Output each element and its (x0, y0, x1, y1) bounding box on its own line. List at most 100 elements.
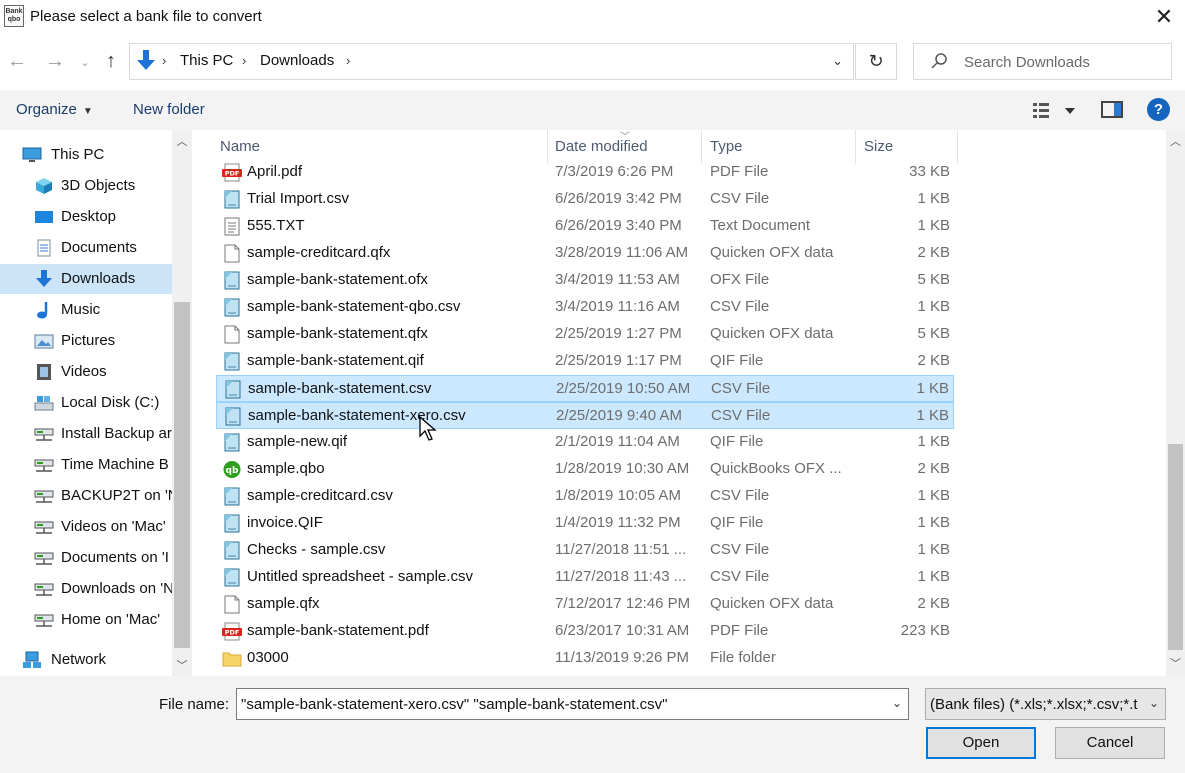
file-type: Quicken OFX data (710, 595, 834, 612)
file-type: QIF File (710, 514, 764, 531)
file-row[interactable]: qb sample.qbo 1/28/2019 10:30 AM QuickBooks… (216, 456, 954, 483)
csv-file-icon (222, 514, 242, 533)
csv-file-icon (222, 271, 242, 290)
file-row[interactable]: Checks - sample.csv 11/27/2018 11:51 ... C… (216, 537, 954, 564)
sidebar-item-this-pc[interactable]: This PC (0, 140, 172, 170)
file-row[interactable]: sample-bank-statement-qbo.csv 3/4/2019 11… (216, 294, 954, 321)
close-icon[interactable]: ✕ (1149, 2, 1179, 32)
sidebar-item-label: This PC (51, 146, 105, 163)
file-type-filter[interactable]: (Bank files) (*.xls;*.xlsx;*.csv;*.t ⌄ (925, 688, 1166, 720)
file-row[interactable]: Untitled spreadsheet - sample.csv 11/27/2… (216, 564, 954, 591)
refresh-button[interactable]: ↻ (855, 43, 897, 80)
sidebar-item-network[interactable]: Network (0, 645, 172, 675)
file-row[interactable]: PDF April.pdf 7/3/2019 6:26 PM PDF File 33 K… (216, 159, 954, 186)
file-date: 7/3/2019 6:26 PM (555, 163, 674, 180)
open-button[interactable]: Open (926, 727, 1036, 759)
help-icon[interactable]: ? (1147, 98, 1170, 121)
column-header-type[interactable]: Type (710, 138, 743, 155)
file-row[interactable]: sample-new.qif 2/1/2019 11:04 AM QIF File 1… (216, 429, 954, 456)
mouse-cursor-icon (419, 416, 437, 441)
search-box[interactable] (913, 43, 1172, 80)
file-list-scrollbar-thumb[interactable] (1168, 444, 1183, 650)
sidebar-item-videos-on-mac[interactable]: Videos on 'Mac' (0, 512, 172, 542)
sidebar-item-music[interactable]: Music (0, 295, 172, 325)
file-size: 2 KB (917, 352, 950, 369)
scroll-down-icon[interactable]: ﹀ (172, 656, 192, 676)
address-bar[interactable]: › This PC › Downloads › ⌄ (129, 43, 854, 80)
chevron-down-icon[interactable]: ⌄ (892, 696, 902, 710)
view-options-icon[interactable] (1031, 100, 1081, 120)
column-header-name[interactable]: Name (220, 138, 260, 155)
new-folder-button[interactable]: New folder (133, 101, 205, 118)
breadcrumb-separator: › (162, 53, 167, 68)
scroll-up-icon[interactable]: ︿ (172, 132, 192, 152)
csv-file-icon (223, 380, 243, 399)
svg-text:PDF: PDF (225, 170, 240, 178)
cancel-button[interactable]: Cancel (1055, 727, 1165, 759)
column-header-date[interactable]: Date modified (555, 138, 648, 155)
sidebar-item-label: Install Backup ar (61, 425, 172, 442)
videos-icon (34, 363, 54, 381)
sidebar-item-documents[interactable]: Documents (0, 233, 172, 263)
up-arrow-icon[interactable]: ↑ (98, 50, 124, 73)
file-row[interactable]: PDF sample-bank-statement.pdf 6/23/2017 10… (216, 618, 954, 645)
file-row[interactable]: invoice.QIF 1/4/2019 11:32 PM QIF File 1 KB (216, 510, 954, 537)
file-name: April.pdf (247, 163, 303, 180)
sidebar-item-pictures[interactable]: Pictures (0, 326, 172, 356)
file-size: 5 KB (917, 271, 950, 288)
sidebar-item-3d-objects[interactable]: 3D Objects (0, 171, 172, 201)
sidebar-item-local-disk-c[interactable]: Local Disk (C:) (0, 388, 172, 418)
sidebar-item-downloads[interactable]: Downloads (0, 264, 172, 294)
desktop-icon (35, 211, 53, 223)
file-name: sample.qbo (247, 460, 325, 477)
computer-icon (22, 147, 42, 162)
sidebar-item-desktop[interactable]: Desktop (0, 202, 172, 232)
sidebar-item-home-on-mac[interactable]: Home on 'Mac' (0, 605, 172, 635)
scroll-up-icon[interactable]: ︿ (1166, 132, 1185, 152)
recent-locations-chevron-icon[interactable]: ⌄ (72, 56, 98, 69)
file-name-input[interactable] (241, 694, 871, 714)
file-row[interactable]: sample-bank-statement-xero.csv 2/25/2019 … (216, 402, 954, 429)
sidebar-item-backup2t-on-n[interactable]: BACKUP2T on 'N (0, 481, 172, 511)
file-row[interactable]: Trial Import.csv 6/26/2019 3:42 PM CSV Fil… (216, 186, 954, 213)
sidebar-item-documents-on-i[interactable]: Documents on 'I (0, 543, 172, 573)
sidebar-item-downloads-on-n[interactable]: Downloads on 'N (0, 574, 172, 604)
file-row[interactable]: sample-bank-statement.ofx 3/4/2019 11:53 … (216, 267, 954, 294)
sidebar-scrollbar-thumb[interactable] (174, 302, 190, 648)
file-row[interactable]: 555.TXT 6/26/2019 3:40 PM Text Document 1 K… (216, 213, 954, 240)
file-date: 2/25/2019 1:17 PM (555, 352, 682, 369)
forward-arrow-icon[interactable]: → (42, 50, 68, 73)
preview-pane-icon[interactable] (1101, 101, 1123, 118)
column-divider[interactable] (957, 130, 958, 164)
column-header-size[interactable]: Size (864, 138, 893, 155)
file-row[interactable]: 03000 11/13/2019 9:26 PM File folder (216, 645, 954, 672)
sidebar-item-time-machine-b[interactable]: Time Machine B (0, 450, 172, 480)
csv-file-icon (224, 352, 240, 371)
back-arrow-icon[interactable]: ← (4, 50, 30, 73)
file-name: sample-bank-statement.csv (248, 380, 432, 397)
search-input[interactable] (964, 50, 1164, 74)
breadcrumb-downloads[interactable]: Downloads (260, 52, 334, 69)
scroll-down-icon[interactable]: ﹀ (1166, 654, 1185, 674)
pdf-file-icon: PDF (222, 622, 242, 641)
file-date: 11/27/2018 11:51 ... (555, 541, 687, 558)
file-row[interactable]: sample-creditcard.qfx 3/28/2019 11:06 AM Q… (216, 240, 954, 267)
network-drive-icon (34, 487, 54, 505)
file-row[interactable]: sample-creditcard.csv 1/8/2019 10:05 AM CS… (216, 483, 954, 510)
file-row[interactable]: sample-bank-statement.qif 2/25/2019 1:17 … (216, 348, 954, 375)
file-row[interactable]: sample-bank-statement.csv 2/25/2019 10:50… (216, 375, 954, 402)
file-name: sample.qfx (247, 595, 320, 612)
file-type: CSV File (710, 541, 770, 558)
file-row[interactable]: sample-bank-statement.qfx 2/25/2019 1:27 … (216, 321, 954, 348)
sidebar-item-install-backup-ar[interactable]: Install Backup ar (0, 419, 172, 449)
sidebar-item-label: Downloads (61, 270, 136, 287)
file-type: CSV File (710, 298, 770, 315)
chevron-down-icon[interactable]: ⌄ (832, 53, 843, 69)
file-date: 6/26/2019 3:42 PM (555, 190, 682, 207)
organize-menu[interactable]: Organize ▼ (16, 101, 93, 118)
file-row[interactable]: sample.qfx 7/12/2017 12:46 PM Quicken OFX … (216, 591, 954, 618)
file-date: 3/28/2019 11:06 AM (555, 244, 689, 261)
file-name-combobox[interactable]: ⌄ (236, 688, 909, 720)
breadcrumb-this-pc[interactable]: This PC (180, 52, 233, 69)
sidebar-item-videos[interactable]: Videos (0, 357, 172, 387)
